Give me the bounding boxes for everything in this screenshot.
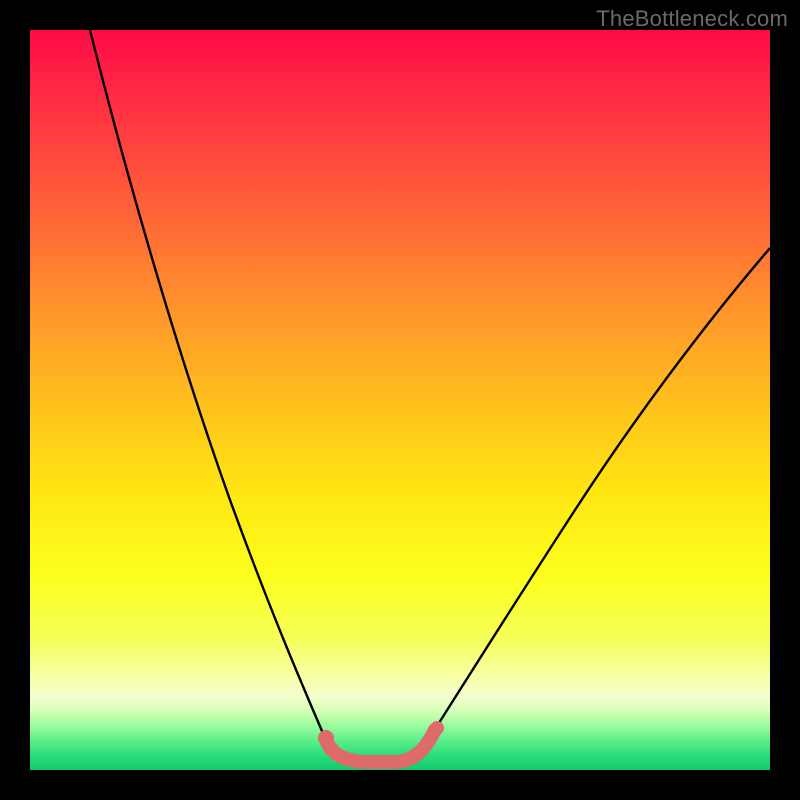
chart-frame: TheBottleneck.com — [0, 0, 800, 800]
valley-marker-dot-right — [430, 721, 444, 735]
curve-left-branch — [90, 30, 328, 745]
watermark-text: TheBottleneck.com — [596, 6, 788, 32]
valley-marker-dot-left — [318, 730, 334, 746]
chart-plot-area — [30, 30, 770, 770]
valley-marker-path — [326, 730, 435, 762]
curve-right-branch — [425, 248, 770, 745]
chart-svg — [30, 30, 770, 770]
